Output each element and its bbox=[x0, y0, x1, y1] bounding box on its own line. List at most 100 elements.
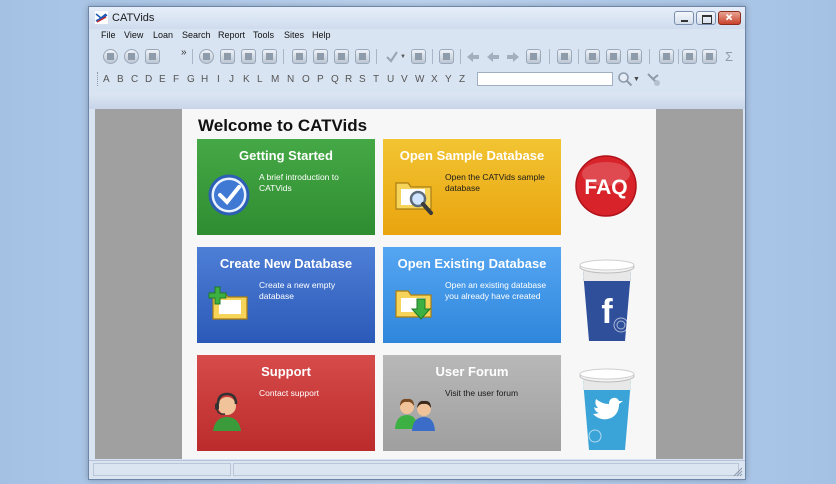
welcome-panel: Welcome to CATVids Getting Started A bri… bbox=[182, 109, 656, 459]
letter-b[interactable]: B bbox=[117, 74, 124, 85]
letter-u[interactable]: U bbox=[387, 74, 394, 85]
add-record-icon[interactable] bbox=[220, 49, 235, 64]
status-cell bbox=[233, 463, 739, 476]
next-record-icon[interactable] bbox=[334, 49, 349, 64]
main-content: Welcome to CATVids Getting Started A bri… bbox=[95, 109, 743, 459]
menu-view[interactable]: View bbox=[124, 30, 143, 40]
letter-e[interactable]: E bbox=[159, 74, 166, 85]
menu-help[interactable]: Help bbox=[312, 30, 331, 40]
menu-bar: File View Loan Search Report Tools Sites… bbox=[89, 29, 745, 44]
twitter-button[interactable] bbox=[577, 366, 637, 454]
user-forum-tile[interactable]: User Forum Visit the user forum bbox=[383, 355, 561, 451]
letter-p[interactable]: P bbox=[317, 74, 324, 85]
globe-icon[interactable] bbox=[124, 49, 139, 64]
create-new-database-tile[interactable]: Create New Database Create a new empty d… bbox=[197, 247, 375, 343]
menu-search[interactable]: Search bbox=[182, 30, 211, 40]
print-icon[interactable] bbox=[585, 49, 600, 64]
letter-c[interactable]: C bbox=[131, 74, 138, 85]
toolbar-separator bbox=[460, 49, 461, 64]
previous-record-icon[interactable] bbox=[313, 49, 328, 64]
main-toolbar: » ▼ Σ bbox=[89, 45, 745, 68]
letter-v[interactable]: V bbox=[401, 74, 408, 85]
menu-loan[interactable]: Loan bbox=[153, 30, 173, 40]
letter-i[interactable]: I bbox=[217, 74, 220, 85]
faq-button[interactable]: FAQ bbox=[574, 154, 638, 218]
letter-g[interactable]: G bbox=[187, 74, 195, 85]
letter-z[interactable]: Z bbox=[459, 74, 465, 85]
toolbar-overflow-icon[interactable]: » bbox=[181, 47, 187, 58]
letter-h[interactable]: H bbox=[201, 74, 208, 85]
bar-chart-icon[interactable] bbox=[682, 49, 697, 64]
letter-t[interactable]: T bbox=[373, 74, 379, 85]
letter-d[interactable]: D bbox=[145, 74, 152, 85]
close-button[interactable] bbox=[718, 11, 741, 25]
maximize-button[interactable] bbox=[696, 11, 716, 25]
letter-x[interactable]: X bbox=[431, 74, 438, 85]
chevron-down-icon[interactable]: ▼ bbox=[633, 76, 640, 83]
search-input[interactable] bbox=[477, 72, 613, 86]
right-arrow-icon[interactable] bbox=[506, 51, 520, 63]
folder-search-icon bbox=[395, 182, 433, 215]
title-bar[interactable]: CATVids bbox=[89, 7, 745, 29]
copy-icon[interactable] bbox=[606, 49, 621, 64]
letter-j[interactable]: J bbox=[229, 74, 234, 85]
home-icon[interactable] bbox=[103, 49, 118, 64]
grid-view-icon[interactable] bbox=[439, 49, 454, 64]
left-arrow-icon[interactable] bbox=[486, 51, 500, 63]
toolbar-separator bbox=[432, 49, 433, 64]
letter-o[interactable]: O bbox=[302, 74, 310, 85]
menu-sites[interactable]: Sites bbox=[284, 30, 304, 40]
catvids-app-icon bbox=[95, 11, 108, 24]
windows-icon[interactable] bbox=[526, 49, 541, 64]
facebook-button[interactable]: f bbox=[577, 257, 637, 345]
support-tile[interactable]: Support Contact support bbox=[197, 355, 375, 451]
letter-w[interactable]: W bbox=[415, 74, 424, 85]
resize-grip-icon[interactable] bbox=[733, 467, 743, 477]
tile-title: Open Existing Database bbox=[397, 256, 547, 271]
letter-n[interactable]: N bbox=[287, 74, 294, 85]
move-up-icon[interactable] bbox=[241, 49, 256, 64]
first-record-icon[interactable] bbox=[292, 49, 307, 64]
letter-l[interactable]: L bbox=[257, 74, 263, 85]
tile-title: User Forum bbox=[435, 364, 509, 379]
letter-r[interactable]: R bbox=[345, 74, 352, 85]
toolbar-separator bbox=[649, 49, 650, 64]
headset-support-icon bbox=[213, 392, 241, 431]
spellcheck-icon[interactable] bbox=[385, 50, 399, 64]
search-icon[interactable] bbox=[617, 71, 633, 87]
back-arrow-icon[interactable] bbox=[466, 51, 480, 63]
letter-q[interactable]: Q bbox=[331, 74, 339, 85]
letter-a[interactable]: A bbox=[103, 74, 110, 85]
last-record-icon[interactable] bbox=[355, 49, 370, 64]
open-sample-database-tile[interactable]: Open Sample Database Open the CATVids sa… bbox=[383, 139, 561, 235]
menu-report[interactable]: Report bbox=[218, 30, 245, 40]
letter-m[interactable]: M bbox=[271, 74, 279, 85]
tile-description: Open an existing database you already ha… bbox=[445, 280, 547, 301]
letter-s[interactable]: S bbox=[359, 74, 366, 85]
letter-f[interactable]: F bbox=[173, 74, 179, 85]
menu-tools[interactable]: Tools bbox=[253, 30, 274, 40]
delete-record-icon[interactable] bbox=[262, 49, 277, 64]
status-bar bbox=[89, 460, 745, 479]
image-icon[interactable] bbox=[702, 49, 717, 64]
tile-description: Visit the user forum bbox=[445, 388, 519, 398]
stamp-icon[interactable] bbox=[627, 49, 642, 64]
chevron-down-icon[interactable]: ▼ bbox=[400, 54, 406, 60]
tile-title: Create New Database bbox=[219, 256, 353, 271]
getting-started-tile[interactable]: Getting Started A brief introduction to … bbox=[197, 139, 375, 235]
toolbar-separator bbox=[376, 49, 377, 64]
letter-y[interactable]: Y bbox=[445, 74, 452, 85]
menu-file[interactable]: File bbox=[101, 30, 116, 40]
edit-icon[interactable] bbox=[411, 49, 426, 64]
clear-search-icon[interactable] bbox=[645, 71, 661, 87]
web-icon[interactable] bbox=[199, 49, 214, 64]
chart-icon[interactable] bbox=[659, 49, 674, 64]
letter-k[interactable]: K bbox=[243, 74, 250, 85]
sigma-icon[interactable]: Σ bbox=[725, 49, 733, 64]
document-icon[interactable] bbox=[145, 49, 160, 64]
open-folder-icon bbox=[395, 290, 432, 320]
minimize-button[interactable] bbox=[674, 11, 694, 25]
report-icon[interactable] bbox=[557, 49, 572, 64]
open-existing-database-tile[interactable]: Open Existing Database Open an existing … bbox=[383, 247, 561, 343]
toolbar-separator bbox=[578, 49, 579, 64]
